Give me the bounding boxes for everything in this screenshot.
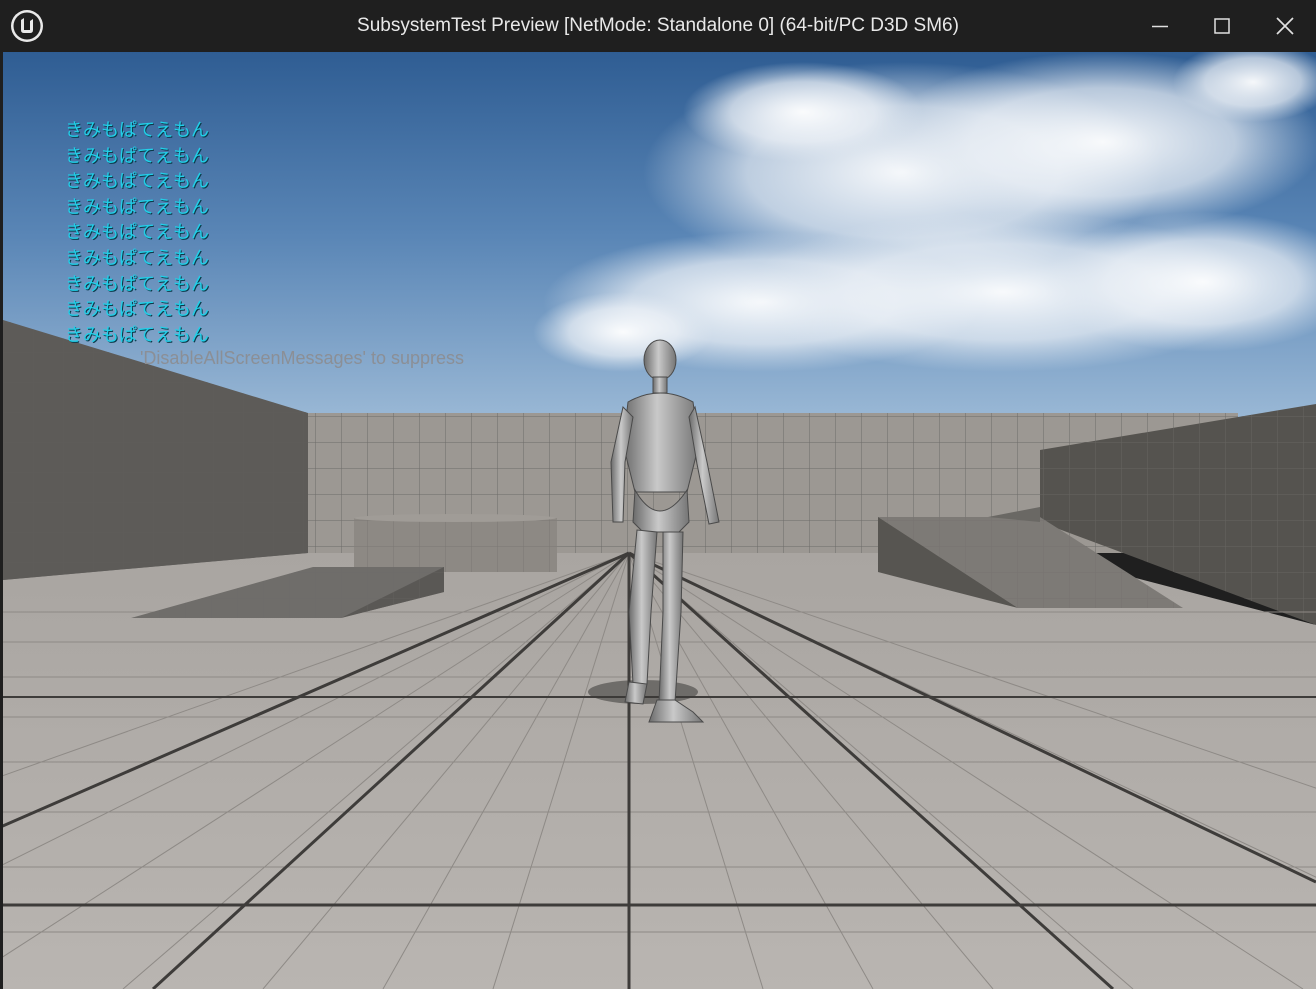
maximize-button[interactable] bbox=[1191, 0, 1253, 52]
debug-message-line: きみもぱてえもん bbox=[65, 222, 209, 244]
maximize-icon bbox=[1214, 18, 1230, 34]
on-screen-debug-messages: きみもぱてえもん きみもぱてえもん きみもぱてえもん きみもぱてえもん きみもぱ… bbox=[65, 118, 209, 348]
debug-message-line: きみもぱてえもん bbox=[65, 247, 209, 269]
debug-message-line: きみもぱてえもん bbox=[65, 299, 209, 321]
title-bar[interactable]: SubsystemTest Preview [NetMode: Standalo… bbox=[0, 0, 1316, 52]
round-platform bbox=[354, 514, 557, 572]
game-viewport[interactable]: きみもぱてえもん きみもぱてえもん きみもぱてえもん きみもぱてえもん きみもぱ… bbox=[3, 52, 1316, 989]
close-button[interactable] bbox=[1254, 0, 1316, 52]
debug-message-line: きみもぱてえもん bbox=[65, 120, 209, 141]
close-icon bbox=[1276, 17, 1294, 35]
minimize-button[interactable] bbox=[1129, 0, 1191, 52]
minimize-icon bbox=[1152, 25, 1168, 28]
debug-message-line: きみもぱてえもん bbox=[65, 145, 209, 167]
debug-message-line: きみもぱてえもん bbox=[65, 324, 209, 346]
debug-message-line: きみもぱてえもん bbox=[65, 273, 209, 295]
floor bbox=[3, 551, 1316, 989]
window-title: SubsystemTest Preview [NetMode: Standalo… bbox=[357, 15, 959, 36]
suppress-messages-hint: 'DisableAllScreenMessages' to suppress bbox=[140, 348, 465, 368]
debug-message-line: きみもぱてえもん bbox=[65, 171, 209, 193]
debug-message-line: きみもぱてえもん bbox=[65, 196, 209, 218]
